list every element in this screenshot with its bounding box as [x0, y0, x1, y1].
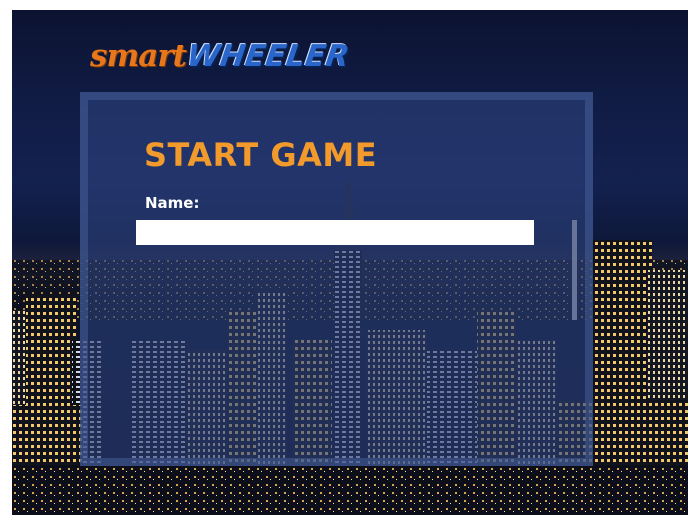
name-label: Name:: [145, 194, 200, 212]
game-screen: smart WHEELER START GAME Name:: [12, 10, 688, 515]
name-input[interactable]: [136, 220, 534, 245]
start-game-title: START GAME: [144, 136, 378, 174]
logo-wheeler-text: WHEELER: [184, 39, 352, 74]
logo-smart-text: smart: [90, 38, 187, 74]
smartwheeler-logo: smart WHEELER: [90, 30, 352, 74]
start-game-panel: START GAME Name:: [80, 92, 593, 466]
